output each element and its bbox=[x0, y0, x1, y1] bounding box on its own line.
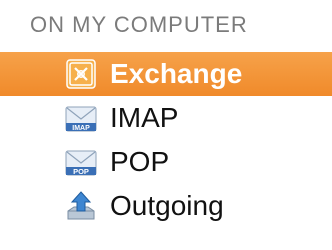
svg-text:POP: POP bbox=[73, 167, 89, 176]
outgoing-upload-icon bbox=[67, 191, 95, 220]
imap-mail-icon: IMAP bbox=[65, 106, 97, 132]
sidebar-item-label: Exchange bbox=[110, 58, 243, 89]
sidebar-item-imap[interactable]: IMAP IMAP bbox=[0, 96, 332, 140]
account-type-list: Exchange IMAP IMAP POP POP Outgoing bbox=[0, 52, 332, 228]
exchange-icon bbox=[66, 59, 96, 89]
sidebar-item-outgoing[interactable]: Outgoing bbox=[0, 184, 332, 228]
sidebar-item-exchange[interactable]: Exchange bbox=[0, 52, 332, 96]
sidebar-item-pop[interactable]: POP POP bbox=[0, 140, 332, 184]
sidebar-item-label: IMAP bbox=[110, 102, 179, 133]
svg-text:IMAP: IMAP bbox=[72, 125, 90, 132]
section-header-on-my-computer: ON MY COMPUTER bbox=[30, 12, 248, 37]
pop-mail-icon: POP bbox=[65, 150, 97, 176]
sidebar-item-label: Outgoing bbox=[110, 190, 224, 221]
sidebar-item-label: POP bbox=[110, 146, 170, 177]
